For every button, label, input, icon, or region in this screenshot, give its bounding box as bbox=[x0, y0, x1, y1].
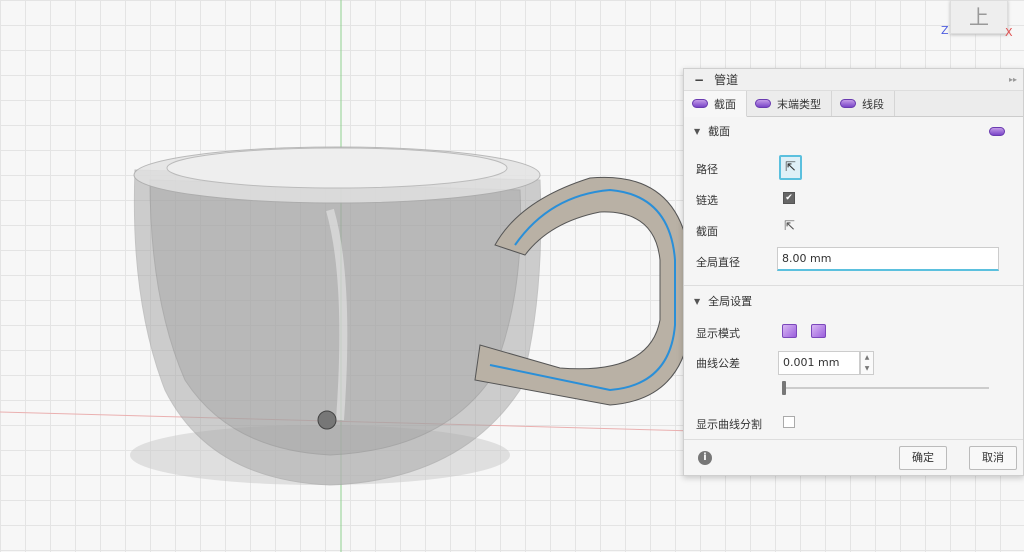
path-label: 路径 bbox=[696, 163, 718, 176]
display-mode-box-icon[interactable] bbox=[811, 324, 826, 338]
view-cube[interactable]: 上 bbox=[950, 0, 1008, 34]
expand-icon[interactable]: ▸▸ bbox=[1009, 75, 1017, 84]
chain-checkbox[interactable]: ✔ bbox=[783, 192, 795, 204]
section-title: 全局设置 bbox=[708, 295, 753, 308]
cursor-arrow-icon: ⇱ bbox=[785, 160, 796, 175]
pipe-icon bbox=[755, 99, 771, 108]
tolerance-slider-handle[interactable] bbox=[782, 381, 786, 395]
pipe-icon bbox=[840, 99, 856, 108]
section-header[interactable]: ▼ 截面 bbox=[684, 117, 1023, 145]
diameter-label: 全局直径 bbox=[696, 256, 740, 269]
tab-label: 截面 bbox=[714, 97, 736, 111]
tolerance-label: 曲线公差 bbox=[696, 357, 740, 370]
ok-button[interactable]: 确定 bbox=[899, 446, 947, 470]
diameter-input[interactable]: 8.00 mm bbox=[777, 247, 999, 271]
pipe-icon bbox=[989, 126, 1005, 136]
tolerance-stepper[interactable]: ▲ ▼ bbox=[860, 351, 874, 375]
z-axis-label: Z bbox=[941, 24, 949, 37]
profile-label: 截面 bbox=[696, 225, 718, 238]
pipe-icon bbox=[692, 99, 708, 108]
cup-model[interactable] bbox=[130, 146, 542, 486]
triangle-down-icon: ▼ bbox=[694, 296, 701, 306]
tolerance-input[interactable]: 0.001 mm bbox=[778, 351, 860, 375]
dialog-header[interactable]: − 管道 ▸▸ bbox=[684, 69, 1023, 91]
info-icon[interactable]: i bbox=[698, 451, 712, 465]
dialog-title: 管道 bbox=[714, 73, 739, 87]
display-mode-label: 显示模式 bbox=[696, 327, 740, 340]
tab-label: 末端类型 bbox=[777, 97, 821, 111]
section-header[interactable]: ▼ 全局设置 bbox=[684, 287, 1023, 315]
display-mode-smooth-icon[interactable] bbox=[782, 324, 797, 338]
path-selector[interactable]: ⇱ bbox=[779, 155, 802, 180]
collapse-icon[interactable]: − bbox=[694, 73, 704, 87]
cancel-button[interactable]: 取消 bbox=[969, 446, 1017, 470]
tolerance-slider-track[interactable] bbox=[785, 387, 989, 389]
triangle-down-icon: ▼ bbox=[694, 126, 701, 136]
pipe-dialog: − 管道 ▸▸ 截面 末端类型 线段 ▼ 截面 路径 链选 截面 全局直径 ▼ 全局… bbox=[683, 68, 1024, 476]
show-split-checkbox[interactable] bbox=[783, 416, 795, 428]
tab-segment[interactable]: 线段 bbox=[832, 91, 895, 116]
tab-section[interactable]: 截面 bbox=[684, 91, 747, 117]
show-split-label: 显示曲线分割 bbox=[696, 418, 762, 431]
tab-label: 线段 bbox=[862, 97, 884, 111]
x-axis-label: X bbox=[1005, 26, 1013, 39]
section-title: 截面 bbox=[708, 125, 731, 138]
chain-label: 链选 bbox=[696, 194, 718, 207]
tab-end-type[interactable]: 末端类型 bbox=[747, 91, 832, 116]
profile-selector[interactable]: ⇱ bbox=[784, 219, 795, 234]
